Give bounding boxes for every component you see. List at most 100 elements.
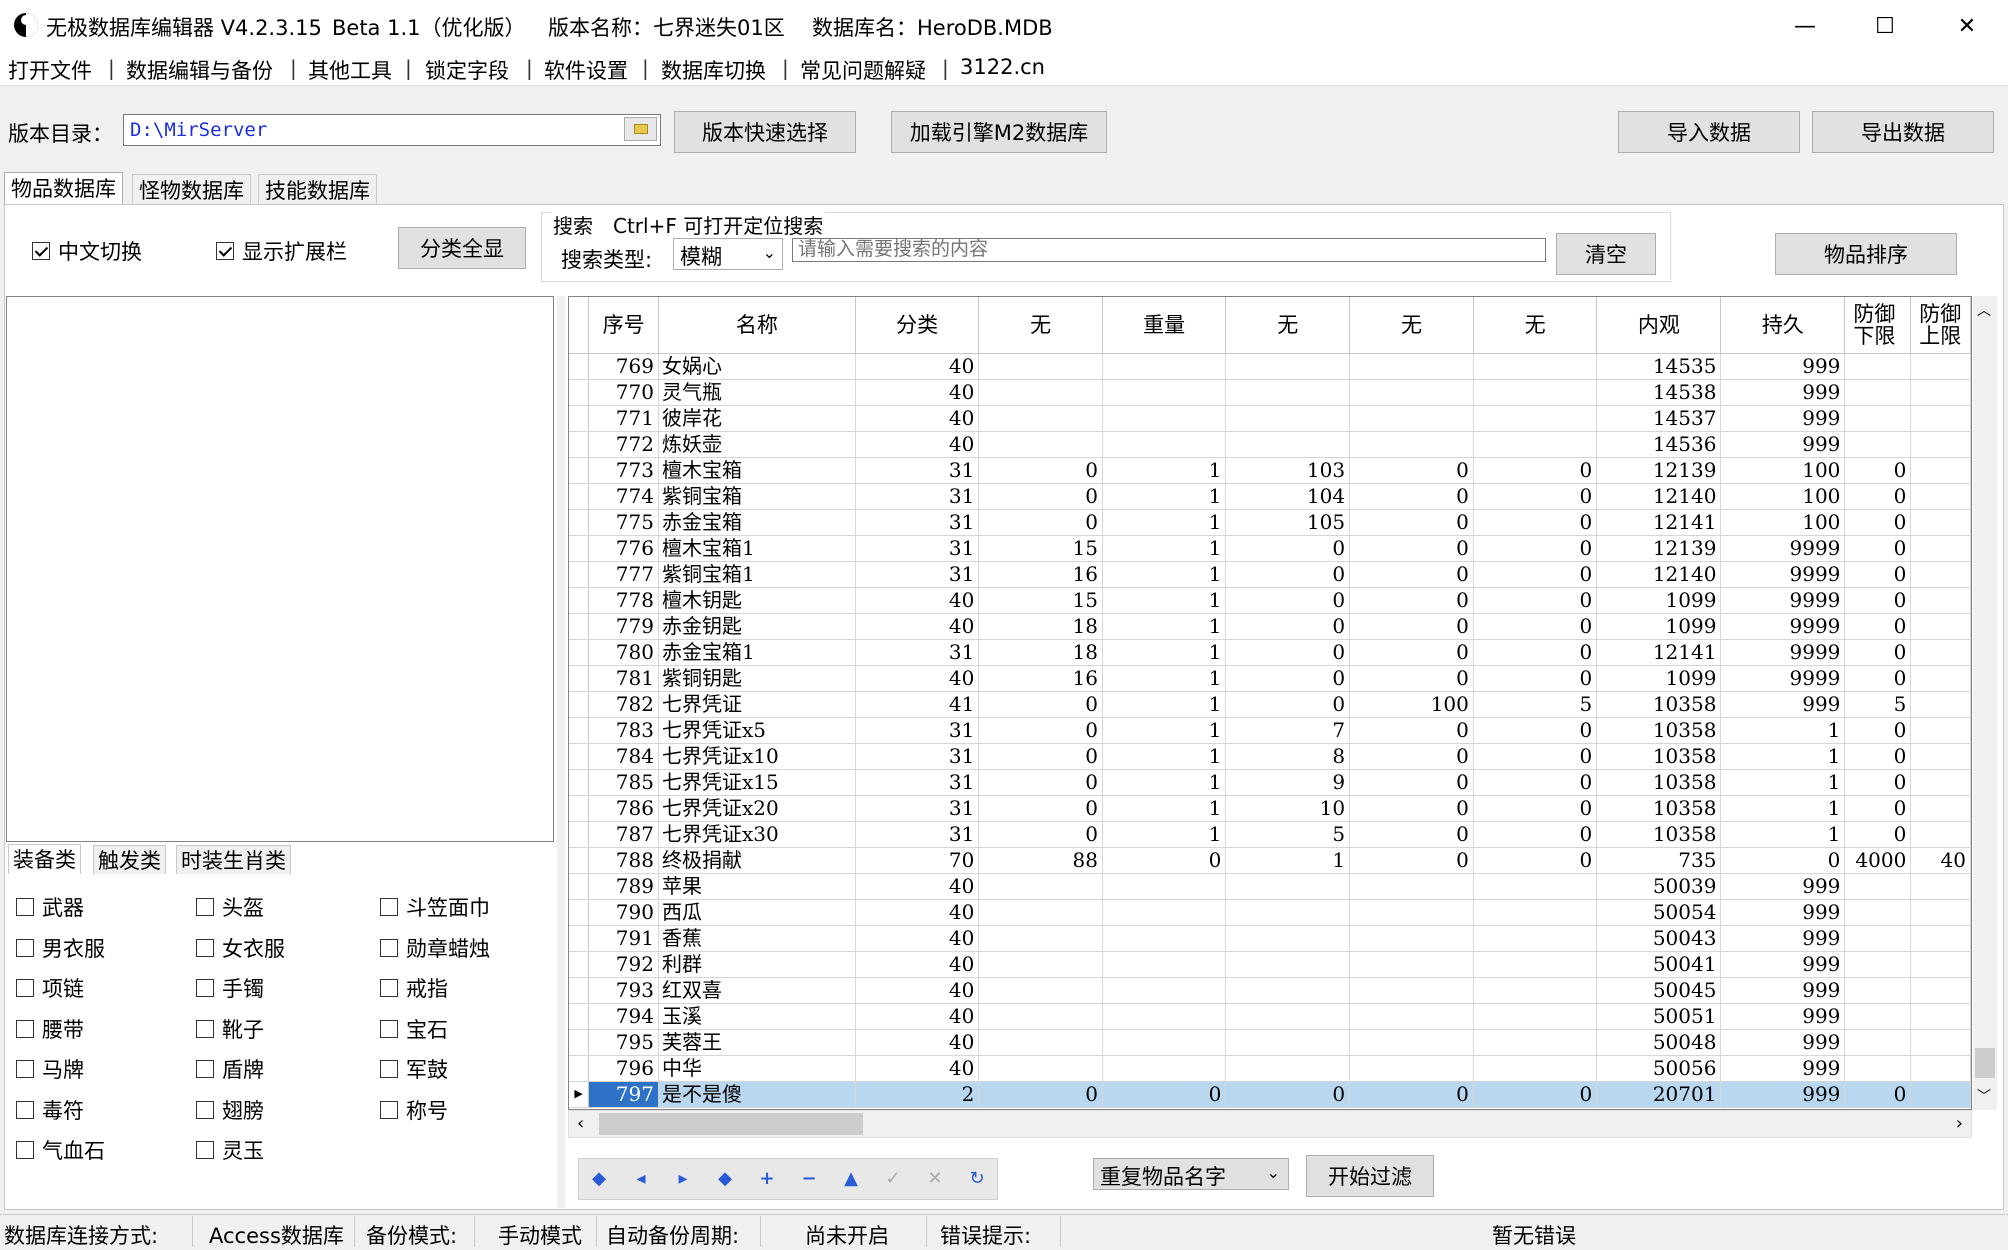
table-cell[interactable]	[1225, 431, 1351, 458]
table-cell[interactable]: 0	[1349, 795, 1474, 822]
table-row[interactable]: 770 灵气瓶 40 14538 999	[569, 379, 1971, 406]
table-cell[interactable]	[1910, 509, 1971, 536]
table-cell[interactable]: 5	[1473, 691, 1598, 718]
table-cell[interactable]: 786	[588, 795, 659, 822]
table-cell[interactable]: 787	[588, 821, 659, 848]
table-cell[interactable]: 999	[1720, 379, 1846, 406]
table-cell[interactable]: 0	[1473, 587, 1598, 614]
table-cell[interactable]: 12141	[1596, 639, 1722, 666]
dir-input[interactable]: D:\MirServer	[123, 114, 661, 146]
table-cell[interactable]	[1910, 665, 1971, 692]
table-row[interactable]: 795 芙蓉王 40 50048 999	[569, 1029, 1971, 1056]
table-row[interactable]: 782 七界凭证 41 0 1 0 100 5 10358 999 5	[569, 691, 1971, 718]
table-row[interactable]: 790 西瓜 40 50054 999	[569, 899, 1971, 926]
table-cell[interactable]	[1473, 379, 1598, 406]
table-cell[interactable]	[1225, 405, 1351, 432]
scroll-up-icon[interactable]: ︿	[1977, 300, 1991, 320]
table-cell[interactable]: 0	[1844, 769, 1912, 796]
table-cell[interactable]	[1102, 899, 1227, 926]
add-icon[interactable]: +	[756, 1168, 778, 1190]
table-cell[interactable]: 16	[978, 561, 1103, 588]
row-indicator[interactable]	[569, 457, 590, 484]
table-cell[interactable]	[1225, 873, 1351, 900]
table-cell[interactable]: 紫铜钥匙	[658, 665, 856, 692]
table-cell[interactable]: 50051	[1596, 1003, 1722, 1030]
edit-icon[interactable]: ▲	[840, 1168, 862, 1190]
last-icon[interactable]: ◆	[714, 1168, 736, 1190]
table-cell[interactable]	[1349, 405, 1474, 432]
table-cell[interactable]: 0	[1844, 535, 1912, 562]
table-cell[interactable]: 31	[855, 483, 980, 510]
table-cell[interactable]	[1844, 873, 1912, 900]
table-cell[interactable]: 1099	[1596, 587, 1722, 614]
horizontal-scroll-thumb[interactable]	[599, 1113, 863, 1135]
table-cell[interactable]: 0	[1720, 847, 1846, 874]
table-cell[interactable]: 0	[1473, 795, 1598, 822]
table-cell[interactable]: 10358	[1596, 691, 1722, 718]
table-row[interactable]: 779 赤金钥匙 40 18 1 0 0 0 1099 9999 0	[569, 613, 1971, 640]
table-cell[interactable]: 9999	[1720, 613, 1846, 640]
row-indicator[interactable]	[569, 899, 590, 926]
category-checkbox[interactable]: 斗笠面巾	[380, 892, 490, 922]
table-cell[interactable]	[1910, 925, 1971, 952]
column-header[interactable]: 无	[1473, 297, 1598, 354]
category-checkbox[interactable]: 灵玉	[196, 1135, 264, 1165]
menu-other-tools[interactable]: 其他工具	[308, 55, 392, 85]
table-cell[interactable]: 40	[855, 977, 980, 1004]
table-cell[interactable]: 0	[1349, 821, 1474, 848]
table-row[interactable]: ▶ 797 是不是傻 2 0 0 0 0 0 20701 999 0	[569, 1081, 1971, 1108]
table-cell[interactable]	[1910, 587, 1971, 614]
table-cell[interactable]: 785	[588, 769, 659, 796]
table-cell[interactable]: 12140	[1596, 561, 1722, 588]
table-cell[interactable]	[978, 1055, 1103, 1082]
table-cell[interactable]: 40	[855, 587, 980, 614]
subtab-fashion[interactable]: 时装生肖类	[176, 845, 291, 875]
item-sort-button[interactable]: 物品排序	[1775, 233, 1957, 275]
quick-select-button[interactable]: 版本快速选择	[674, 111, 856, 153]
browse-folder-button[interactable]	[624, 117, 657, 141]
start-filter-button[interactable]: 开始过滤	[1306, 1155, 1434, 1197]
table-cell[interactable]: 31	[855, 509, 980, 536]
table-cell[interactable]	[1349, 951, 1474, 978]
table-cell[interactable]: 41	[855, 691, 980, 718]
table-cell[interactable]: 10358	[1596, 743, 1722, 770]
table-row[interactable]: 774 紫铜宝箱 31 0 1 104 0 0 12140 100 0	[569, 483, 1971, 510]
table-cell[interactable]	[1349, 873, 1474, 900]
table-cell[interactable]	[1844, 353, 1912, 380]
category-checkbox[interactable]: 男衣服	[16, 933, 105, 963]
table-row[interactable]: 794 玉溪 40 50051 999	[569, 1003, 1971, 1030]
table-cell[interactable]: 香蕉	[658, 925, 856, 952]
table-cell[interactable]: 0	[1349, 535, 1474, 562]
table-cell[interactable]: 999	[1720, 353, 1846, 380]
column-header[interactable]: 内观	[1596, 297, 1722, 354]
table-cell[interactable]	[1910, 795, 1971, 822]
table-cell[interactable]: 40	[855, 1003, 980, 1030]
table-cell[interactable]: 795	[588, 1029, 659, 1056]
table-cell[interactable]	[1844, 405, 1912, 432]
row-indicator[interactable]	[569, 977, 590, 1004]
table-cell[interactable]	[1102, 1029, 1227, 1056]
table-cell[interactable]: 0	[1349, 743, 1474, 770]
table-cell[interactable]: 1	[1102, 587, 1227, 614]
table-cell[interactable]: 0	[1225, 587, 1351, 614]
column-header[interactable]: 无	[1225, 297, 1351, 354]
table-cell[interactable]: 100	[1720, 483, 1846, 510]
table-cell[interactable]: 七界凭证	[658, 691, 856, 718]
table-cell[interactable]: 1	[1102, 665, 1227, 692]
table-cell[interactable]	[1910, 899, 1971, 926]
table-cell[interactable]	[1349, 1003, 1474, 1030]
table-cell[interactable]: 999	[1720, 873, 1846, 900]
table-row[interactable]: 776 檀木宝箱1 31 15 1 0 0 0 12139 9999 0	[569, 535, 1971, 562]
table-cell[interactable]: 1099	[1596, 665, 1722, 692]
row-indicator[interactable]	[569, 691, 590, 718]
table-cell[interactable]	[1102, 1055, 1227, 1082]
table-cell[interactable]	[1102, 405, 1227, 432]
table-cell[interactable]	[1225, 1055, 1351, 1082]
prev-icon[interactable]: ◂	[630, 1168, 652, 1190]
table-cell[interactable]: 0	[1102, 1081, 1227, 1108]
table-cell[interactable]	[1349, 353, 1474, 380]
table-cell[interactable]	[978, 951, 1103, 978]
table-cell[interactable]	[1910, 821, 1971, 848]
scroll-left-icon[interactable]: ‹	[577, 1113, 584, 1134]
category-checkbox[interactable]: 毒符	[16, 1095, 84, 1125]
